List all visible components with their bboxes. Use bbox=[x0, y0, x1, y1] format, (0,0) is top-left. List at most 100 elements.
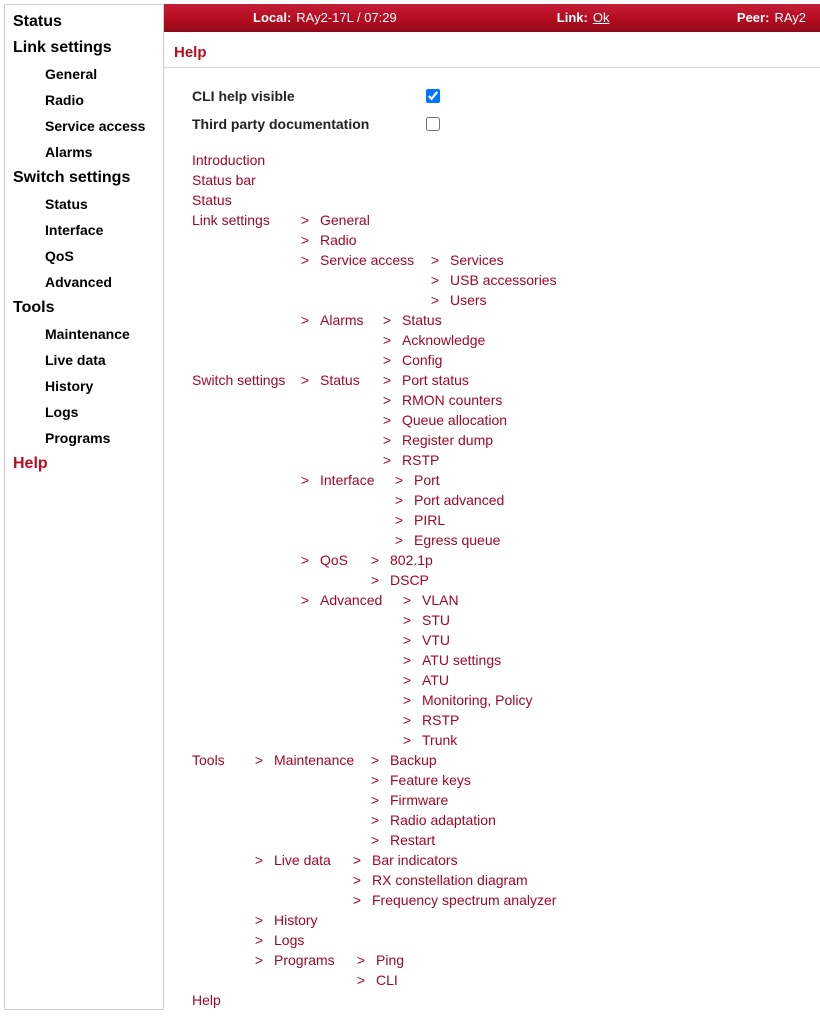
tree-link[interactable]: Service access bbox=[320, 252, 414, 268]
chevron-right-icon bbox=[298, 272, 312, 288]
chevron-right-icon: > bbox=[400, 612, 414, 628]
tree-link[interactable]: Monitoring, Policy bbox=[422, 692, 533, 708]
sidebar-item-status[interactable]: Status bbox=[5, 191, 163, 217]
tree-link[interactable]: Live data bbox=[274, 852, 331, 868]
tree-link[interactable]: RX constellation diagram bbox=[372, 872, 528, 888]
sidebar-item-interface[interactable]: Interface bbox=[5, 217, 163, 243]
tree-link[interactable]: QoS bbox=[320, 552, 348, 568]
chevron-right-icon: > bbox=[298, 372, 312, 388]
status-link-value[interactable]: Ok bbox=[593, 10, 610, 25]
status-bar: Local: RAy2-17L / 07:29 Link: Ok Peer: R… bbox=[164, 4, 820, 32]
sidebar-item-live-data[interactable]: Live data bbox=[5, 347, 163, 373]
tree-link[interactable]: Trunk bbox=[422, 732, 457, 748]
tree-link[interactable]: DSCP bbox=[390, 572, 429, 588]
chevron-right-icon: > bbox=[368, 772, 382, 788]
tree-link[interactable]: Bar indicators bbox=[372, 852, 458, 868]
chevron-right-icon: > bbox=[368, 752, 382, 768]
tree-link[interactable]: Radio adaptation bbox=[390, 812, 496, 828]
tree-link[interactable]: ATU bbox=[422, 672, 449, 688]
sidebar-item-help[interactable]: Help bbox=[5, 451, 163, 477]
sidebar-section-tools[interactable]: Tools bbox=[5, 295, 163, 321]
tree-link[interactable]: Backup bbox=[390, 752, 437, 768]
sidebar-section-link-settings[interactable]: Link settings bbox=[5, 35, 163, 61]
chevron-right-icon: > bbox=[298, 592, 312, 608]
tree-link[interactable]: Status bbox=[192, 192, 232, 208]
tree-link[interactable]: Introduction bbox=[192, 152, 265, 168]
tree-link[interactable]: Status bbox=[320, 372, 360, 388]
sidebar-item-service-access[interactable]: Service access bbox=[5, 113, 163, 139]
chevron-right-icon: > bbox=[400, 652, 414, 668]
sidebar-item-radio[interactable]: Radio bbox=[5, 87, 163, 113]
sidebar-item-maintenance[interactable]: Maintenance bbox=[5, 321, 163, 347]
tree-link[interactable]: PIRL bbox=[414, 512, 445, 528]
cli-help-label: CLI help visible bbox=[192, 88, 422, 104]
tree-link[interactable]: Config bbox=[402, 352, 442, 368]
tree-link[interactable]: Queue allocation bbox=[402, 412, 507, 428]
tree-link[interactable]: ATU settings bbox=[422, 652, 501, 668]
tree-link[interactable]: Feature keys bbox=[390, 772, 471, 788]
chevron-right-icon: > bbox=[392, 492, 406, 508]
chevron-right-icon: > bbox=[350, 872, 364, 888]
status-local: Local: RAy2-17L / 07:29 bbox=[253, 10, 397, 25]
sidebar-item-history[interactable]: History bbox=[5, 373, 163, 399]
chevron-right-icon: > bbox=[428, 292, 442, 308]
tree-link[interactable]: USB accessories bbox=[450, 272, 557, 288]
tree-link[interactable]: RSTP bbox=[402, 452, 439, 468]
tree-link[interactable]: Programs bbox=[274, 952, 335, 968]
tree-link[interactable]: Status bbox=[402, 312, 442, 328]
tree-link[interactable]: RSTP bbox=[422, 712, 459, 728]
tree-link[interactable]: Help bbox=[192, 992, 221, 1008]
status-peer-value: RAy2 bbox=[774, 10, 806, 25]
third-party-checkbox[interactable] bbox=[426, 117, 440, 131]
sidebar-item-advanced[interactable]: Advanced bbox=[5, 269, 163, 295]
tree-link[interactable]: Link settings bbox=[192, 212, 270, 228]
chevron-right-icon bbox=[298, 332, 312, 348]
tree-link[interactable]: Maintenance bbox=[274, 752, 354, 768]
sidebar: StatusLink settingsGeneralRadioService a… bbox=[4, 4, 164, 1010]
tree-row: >USB accessories bbox=[192, 270, 820, 290]
sidebar-item-general[interactable]: General bbox=[5, 61, 163, 87]
tree-row: >Firmware bbox=[192, 790, 820, 810]
tree-link[interactable]: Port status bbox=[402, 372, 469, 388]
cli-help-checkbox[interactable] bbox=[426, 89, 440, 103]
sidebar-item-alarms[interactable]: Alarms bbox=[5, 139, 163, 165]
tree-link[interactable]: Advanced bbox=[320, 592, 382, 608]
tree-link[interactable]: Acknowledge bbox=[402, 332, 485, 348]
chevron-right-icon: > bbox=[298, 232, 312, 248]
tree-link[interactable]: RMON counters bbox=[402, 392, 502, 408]
tree-link[interactable]: Tools bbox=[192, 752, 225, 768]
tree-link[interactable]: Restart bbox=[390, 832, 435, 848]
tree-link[interactable]: History bbox=[274, 912, 318, 928]
tree-link[interactable]: Port advanced bbox=[414, 492, 504, 508]
tree-link[interactable]: Alarms bbox=[320, 312, 364, 328]
tree-link[interactable]: STU bbox=[422, 612, 450, 628]
tree-link[interactable]: Interface bbox=[320, 472, 374, 488]
tree-link[interactable]: CLI bbox=[376, 972, 398, 988]
chevron-right-icon: > bbox=[354, 952, 368, 968]
sidebar-section-status[interactable]: Status bbox=[5, 9, 163, 35]
tree-link[interactable]: Port bbox=[414, 472, 440, 488]
tree-link[interactable]: Egress queue bbox=[414, 532, 500, 548]
tree-link[interactable]: Register dump bbox=[402, 432, 493, 448]
sidebar-item-qos[interactable]: QoS bbox=[5, 243, 163, 269]
status-peer-label: Peer: bbox=[737, 10, 770, 25]
tree-link[interactable]: Frequency spectrum analyzer bbox=[372, 892, 556, 908]
tree-link[interactable]: Radio bbox=[320, 232, 357, 248]
tree-row: Help bbox=[192, 990, 820, 1010]
sidebar-section-switch-settings[interactable]: Switch settings bbox=[5, 165, 163, 191]
sidebar-item-programs[interactable]: Programs bbox=[5, 425, 163, 451]
tree-link[interactable]: VTU bbox=[422, 632, 450, 648]
tree-link[interactable]: Switch settings bbox=[192, 372, 285, 388]
sidebar-item-logs[interactable]: Logs bbox=[5, 399, 163, 425]
tree-link[interactable]: Ping bbox=[376, 952, 404, 968]
tree-link[interactable]: Status bar bbox=[192, 172, 256, 188]
tree-row: >PIRL bbox=[192, 510, 820, 530]
tree-link[interactable]: Services bbox=[450, 252, 504, 268]
tree-link[interactable]: Firmware bbox=[390, 792, 448, 808]
tree-link[interactable]: Users bbox=[450, 292, 487, 308]
chevron-right-icon: > bbox=[400, 732, 414, 748]
tree-link[interactable]: Logs bbox=[274, 932, 304, 948]
tree-link[interactable]: 802.1p bbox=[390, 552, 433, 568]
tree-link[interactable]: VLAN bbox=[422, 592, 459, 608]
tree-link[interactable]: General bbox=[320, 212, 370, 228]
